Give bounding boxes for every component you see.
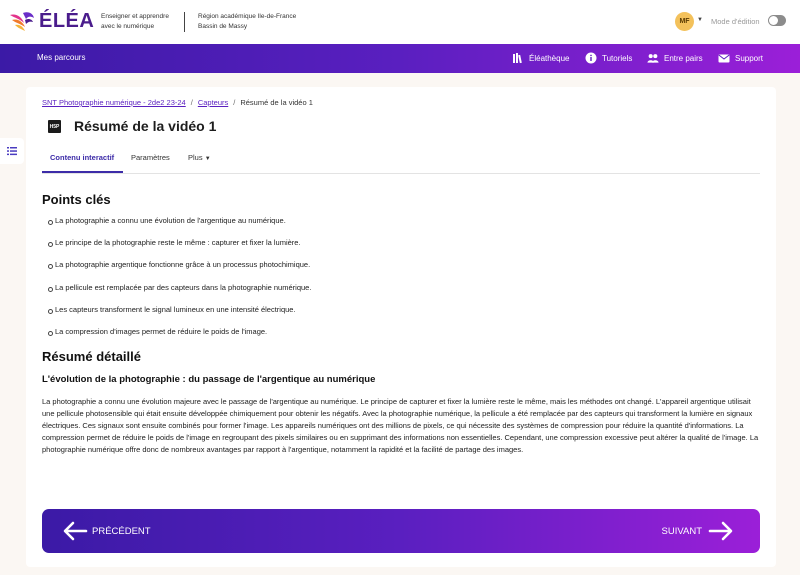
arrow-right-icon <box>708 521 733 541</box>
list-item: La compression d'images permet de réduir… <box>48 327 311 349</box>
breadcrumb-separator: / <box>233 98 236 107</box>
basin-name: Bassin de Massy <box>198 23 248 30</box>
arrow-left-icon <box>63 521 88 541</box>
mail-heart-icon <box>718 52 730 64</box>
active-tab-indicator <box>42 171 123 173</box>
brand-tagline: Enseigner et apprendre avec le numérique <box>101 13 169 30</box>
course-index-toggle[interactable] <box>0 138 24 164</box>
list-icon <box>7 147 17 156</box>
edit-mode-label: Mode d'édition <box>711 17 760 26</box>
phoenix-logo-icon <box>10 12 34 31</box>
nav-item-tutoriels[interactable]: Tutoriels <box>585 52 632 64</box>
brand-name: ÉLÉA <box>39 9 95 32</box>
detail-subheading: L'évolution de la photographie : du pass… <box>42 374 376 385</box>
detail-heading: Résumé détaillé <box>42 349 141 364</box>
page-title: Résumé de la vidéo 1 <box>74 118 217 134</box>
tab-plus-label: Plus <box>188 153 203 162</box>
region-info: Région académique Ile-de-France Bassin d… <box>198 12 318 32</box>
list-item: Les capteurs transforment le signal lumi… <box>48 305 311 327</box>
books-icon <box>512 52 524 64</box>
list-item: La photographie a connu une évolution de… <box>48 216 311 238</box>
header-divider <box>184 12 185 32</box>
tab-contenu-interactif[interactable]: Contenu interactif <box>50 153 114 162</box>
nav-item-label: Support <box>735 53 764 63</box>
region-name: Région académique Ile-de-France <box>198 13 297 20</box>
users-icon <box>647 52 659 64</box>
edit-mode-toggle[interactable] <box>768 15 786 26</box>
chevron-down-icon[interactable]: ▼ <box>697 17 703 23</box>
breadcrumb-course-link[interactable]: SNT Photographie numérique - 2de2 23-24 <box>42 98 186 107</box>
activity-pager: PRÉCÉDENT SUIVANT <box>42 509 760 553</box>
nav-item-label: Tutoriels <box>602 53 633 63</box>
chevron-down-icon: ▼ <box>204 156 211 162</box>
key-points-heading: Points clés <box>42 192 111 207</box>
nav-mes-parcours[interactable]: Mes parcours <box>37 53 85 62</box>
breadcrumb-current: Résumé de la vidéo 1 <box>240 98 313 107</box>
list-item: Le principe de la photographie reste le … <box>48 238 311 260</box>
next-label: SUIVANT <box>661 525 702 537</box>
tab-plus[interactable]: Plus ▼ <box>188 153 211 162</box>
top-header: ÉLÉA Enseigner et apprendre avec le numé… <box>0 0 800 44</box>
nav-item-label: Éléathèque <box>529 53 570 63</box>
tab-parametres[interactable]: Paramètres <box>131 153 170 162</box>
detail-paragraph: La photographie a connu une évolution ma… <box>42 397 759 454</box>
user-avatar[interactable]: MF <box>675 12 694 31</box>
list-item: La pellicule est remplacée par des capte… <box>48 283 311 305</box>
key-points-list: La photographie a connu une évolution de… <box>48 216 311 349</box>
previous-label: PRÉCÉDENT <box>92 525 151 537</box>
next-button[interactable]: SUIVANT <box>662 521 734 541</box>
list-item: La photographie argentique fonctionne gr… <box>48 260 311 282</box>
previous-button[interactable]: PRÉCÉDENT <box>62 521 151 541</box>
nav-item-support[interactable]: Support <box>718 52 763 64</box>
activity-tabs: Contenu interactif Paramètres Plus ▼ <box>42 145 760 174</box>
info-icon <box>585 52 597 64</box>
nav-item-entre-pairs[interactable]: Entre pairs <box>647 52 703 64</box>
nav-item-label: Entre pairs <box>664 53 703 63</box>
h5p-activity-icon: H5P <box>48 120 61 133</box>
elea-logo[interactable]: ÉLÉA <box>8 9 94 33</box>
breadcrumb-separator: / <box>190 98 193 107</box>
breadcrumb: SNT Photographie numérique - 2de2 23-24 … <box>42 98 313 107</box>
nav-item-eleatheque[interactable]: Éléathèque <box>512 52 569 64</box>
breadcrumb-section-link[interactable]: Capteurs <box>198 98 228 107</box>
primary-navigation: Mes parcours Éléathèque Tutoriels Entre … <box>0 44 800 73</box>
